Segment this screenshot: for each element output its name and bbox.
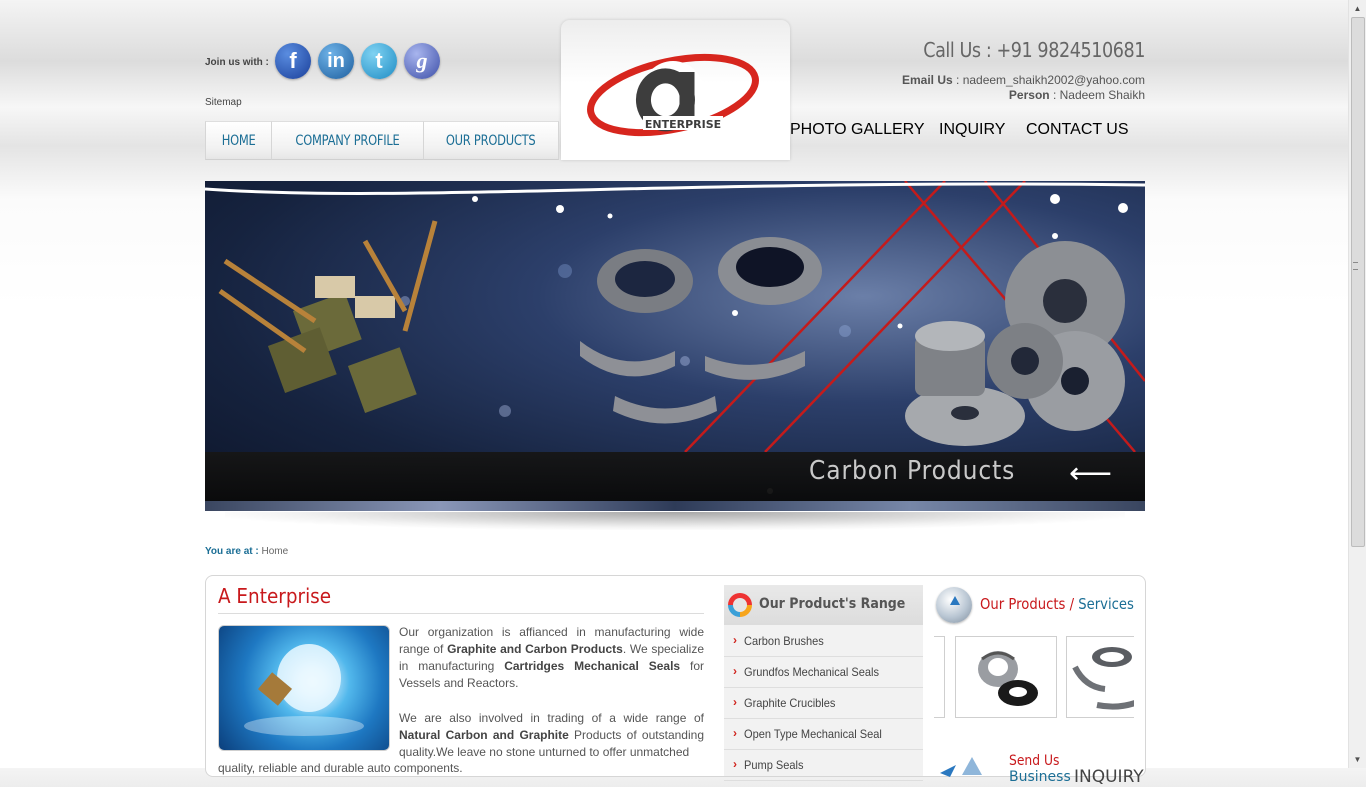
banner-prev-arrow-icon[interactable]: ⟵ (1069, 459, 1112, 489)
nav-company-profile[interactable]: COMPANY PROFILE (272, 121, 424, 160)
person-label: Person (1008, 88, 1050, 102)
product-range-title: Our Product's Range (759, 596, 906, 612)
send-inquiry-banner[interactable]: Send Us Business INQUIRY (936, 751, 1144, 787)
sitemap-link[interactable]: Sitemap (205, 97, 242, 108)
logo[interactable]: ENTERPRISE (561, 20, 790, 160)
hero-banner: Carbon Products ⟵ (205, 181, 1145, 511)
email-value[interactable]: : nadeem_shaikh2002@yahoo.com (953, 73, 1145, 87)
logo-text: ENTERPRISE (645, 118, 721, 131)
call-us: Call Us : +91 9824510681 (923, 38, 1145, 62)
scrollbar-grip (1353, 262, 1358, 270)
banner-bottom-glow (205, 501, 1145, 511)
scroll-down-icon[interactable]: ▼ (1349, 751, 1366, 768)
banner-shadow (225, 512, 1125, 530)
scrollbar-thumb[interactable] (1351, 17, 1365, 547)
page-wrapper: Join us with : f in t g Sitemap ENTERPRI… (205, 0, 1146, 787)
lightbulb-image (218, 625, 390, 751)
product-thumb-mechanical-seal[interactable] (955, 636, 1057, 718)
product-thumb-seal-rings[interactable] (1066, 636, 1134, 718)
upload-arrow-icon (936, 587, 972, 623)
logo-graphic: ENTERPRISE (587, 53, 759, 137)
products-services-title: Our Products / Services (980, 595, 1134, 613)
range-item-open-type-seal[interactable]: Open Type Mechanical Seal (724, 718, 923, 750)
products-services-panel: Our Products / Services Send Us Business… (934, 585, 1144, 787)
mechanical-seal-image (978, 651, 1038, 706)
facebook-icon[interactable]: f (275, 43, 311, 79)
nav-home[interactable]: HOME (205, 121, 272, 160)
seal-rings-thumb-image (1072, 647, 1134, 710)
product-range-header: Our Product's Range (724, 585, 923, 625)
lightbulb-graphic (244, 644, 364, 736)
linkedin-icon[interactable]: in (318, 43, 354, 79)
nav-photo-gallery[interactable]: PHOTO GALLERY (790, 121, 939, 160)
about-title: A Enterprise (218, 584, 332, 608)
twitter-icon[interactable]: t (361, 43, 397, 79)
google-icon[interactable]: g (404, 43, 440, 79)
breadcrumb-label: You are at : (205, 546, 259, 557)
carbon-brushes-image (218, 220, 438, 414)
about-paragraph-1: Our organization is affianced in manufac… (399, 625, 705, 690)
range-circle-icon (728, 593, 752, 617)
about-paragraph-3: quality, reliable and durable auto compo… (218, 761, 463, 775)
about-title-divider (218, 613, 704, 614)
product-thumb-previous[interactable] (934, 636, 945, 718)
business-label: Business (1009, 769, 1071, 785)
range-item-pump-seals[interactable]: Pump Seals (724, 749, 923, 781)
breadcrumb: You are at : Home (205, 546, 288, 557)
person-value: : Nadeem Shaikh (1049, 88, 1145, 102)
social-links: f in t g (275, 43, 440, 79)
join-us-label: Join us with : (205, 57, 269, 68)
nav-inquiry[interactable]: INQUIRY (939, 121, 1026, 160)
breadcrumb-current[interactable]: Home (262, 546, 289, 557)
range-item-carbon-brushes[interactable]: Carbon Brushes (724, 625, 923, 657)
email-label: Email Us (901, 73, 953, 87)
send-arrows-icon (940, 757, 982, 777)
scroll-up-icon[interactable]: ▲ (1349, 0, 1366, 17)
range-item-grundfos-seals[interactable]: Grundfos Mechanical Seals (724, 656, 923, 688)
email-line: Email Us : nadeem_shaikh2002@yahoo.com (902, 73, 1145, 87)
nav-our-products[interactable]: OUR PRODUCTS (424, 121, 559, 160)
person-line: Person : Nadeem Shaikh (1009, 88, 1145, 102)
product-carousel (934, 636, 1134, 718)
send-us-label: Send Us (1009, 753, 1060, 769)
about-paragraph-2: We are also involved in trading of a wid… (399, 711, 704, 759)
product-range-panel: Our Product's Range Carbon Brushes Grund… (724, 585, 923, 781)
banner-caption: Carbon Products (809, 456, 1016, 486)
content-panel: A Enterprise Our organization is affianc… (205, 575, 1146, 787)
inquiry-label: INQUIRY (1074, 767, 1144, 787)
main-nav-right: PHOTO GALLERY INQUIRY CONTACT US (790, 121, 1143, 160)
seal-rings-image (580, 237, 822, 424)
main-nav-left: HOME COMPANY PROFILE OUR PRODUCTS (205, 121, 559, 160)
nav-contact-us[interactable]: CONTACT US (1026, 121, 1143, 160)
range-item-graphite-crucibles[interactable]: Graphite Crucibles (724, 687, 923, 719)
vertical-scrollbar[interactable]: ▲ ▼ (1348, 0, 1366, 768)
product-range-list: Carbon Brushes Grundfos Mechanical Seals… (724, 625, 923, 781)
